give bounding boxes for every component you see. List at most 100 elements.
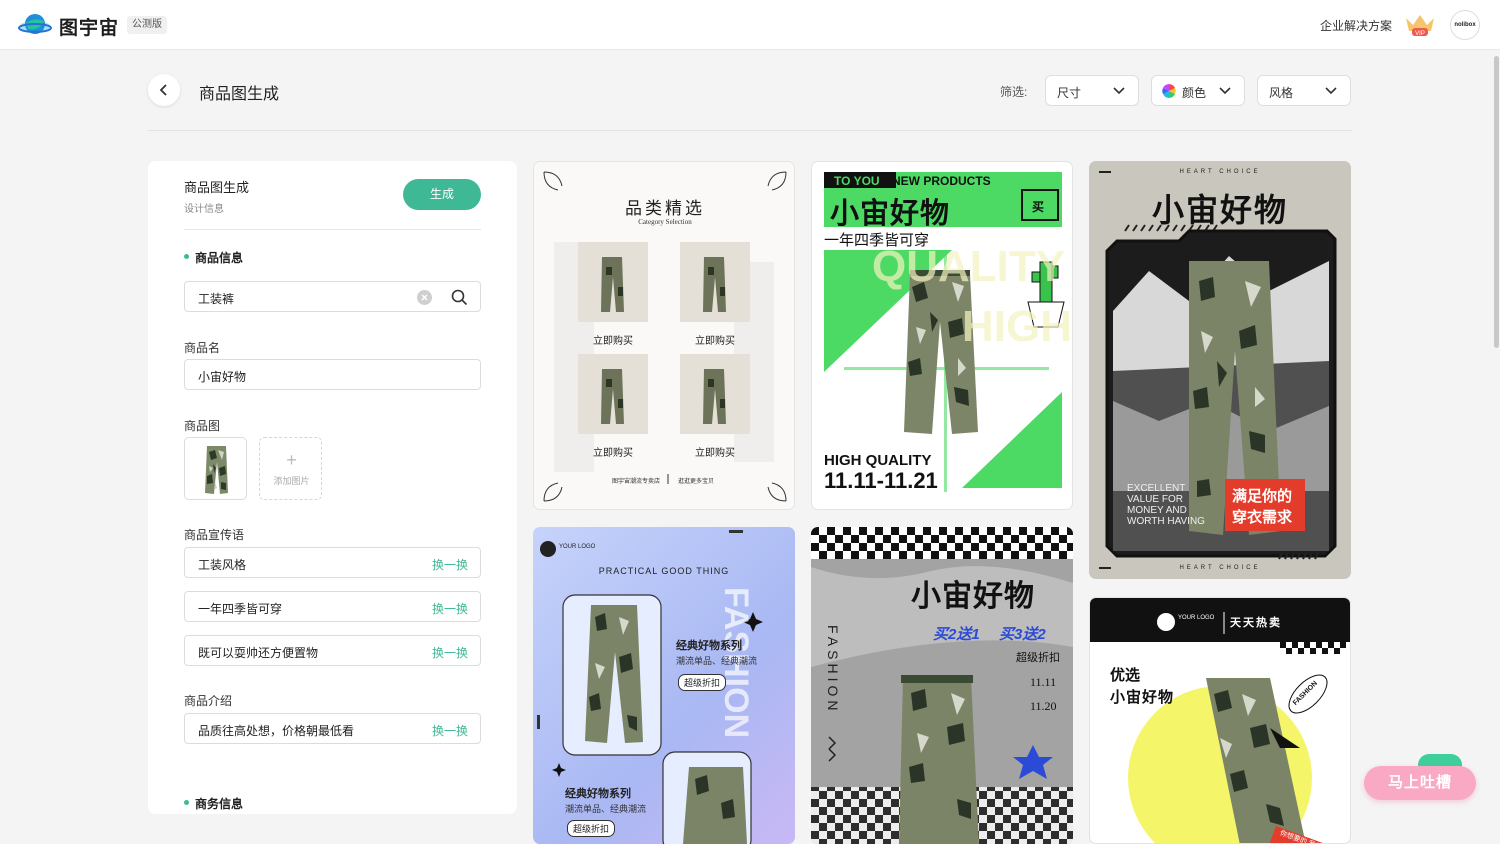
cn-line-1: 满足你的 (1232, 488, 1293, 505)
discount-tag: 超级折扣 (567, 820, 616, 837)
search-icon[interactable] (451, 289, 468, 306)
product-name-value: 小宙好物 (198, 370, 247, 384)
event-date: 11.11-11.21 (824, 468, 938, 493)
page-title: 商品图生成 (199, 86, 280, 103)
brand-name[interactable]: 图宇宙 (59, 13, 119, 40)
intro-input[interactable]: 品质往高处想，价格朝最低看 换一换 (184, 713, 481, 744)
card-footer-left: 图宇宙潮流专卖店 (612, 479, 661, 485)
card-title: 小宙好物 (911, 580, 1035, 613)
panel-subtitle: 设计信息 (184, 204, 224, 215)
card-header: PRACTICAL GOOD THING (598, 566, 730, 576)
product-info-heading-text: 商品信息 (195, 251, 244, 265)
style-filter-label: 风格 (1269, 86, 1294, 100)
vip-label: VIP (1415, 31, 1425, 37)
back-button[interactable] (148, 74, 180, 106)
section-dot (184, 254, 189, 260)
heart-choice-top: HEART CHOICE (1179, 169, 1261, 175)
fashion-vertical: FASHION (825, 625, 841, 715)
logo-text: YOUR LOGO (1178, 615, 1215, 621)
slogan-label: 商品宣传语 (184, 528, 245, 542)
en-line-4: WORTH HAVING (1127, 516, 1205, 527)
color-filter-select[interactable]: 颜色 (1151, 75, 1245, 106)
series-desc: 潮流单品、经典潮流 (565, 804, 647, 814)
en-line-3: MONEY AND (1127, 505, 1187, 516)
plus-icon: + (286, 450, 297, 470)
user-avatar[interactable]: nolibox (1450, 10, 1480, 40)
poster-line-1: 优选 (1110, 667, 1141, 684)
bg-word-high: HIGH (962, 302, 1072, 351)
card-title: 小宙好物 (1151, 192, 1288, 228)
high-quality-label: HIGH QUALITY (824, 452, 932, 469)
card-subtitle: Category Selection (638, 218, 692, 226)
business-info-heading-text: 商务信息 (195, 797, 244, 811)
promo-buy2get1: 买2送1 (933, 626, 980, 643)
scrollbar-thumb[interactable] (1494, 56, 1499, 348)
series-title: 经典好物系列 (676, 640, 742, 652)
slogan-input-2[interactable]: 一年四季皆可穿 换一换 (184, 591, 481, 622)
logo-text: YOUR LOGO (559, 544, 596, 550)
header-divider (148, 130, 1352, 131)
style-filter-select[interactable]: 风格 (1257, 75, 1351, 106)
add-image-button[interactable]: + 添加图片 (259, 437, 322, 500)
slogan-value: 既可以耍帅还方便置物 (198, 646, 319, 660)
generate-button[interactable]: 生成 (403, 179, 481, 210)
series-title: 经典好物系列 (565, 788, 631, 800)
feedback-button[interactable]: 马上吐槽 (1364, 766, 1476, 800)
promo-buy3get2: 买3送2 (999, 626, 1046, 643)
template-card-purple[interactable]: YOUR LOGO PRACTICAL GOOD THING FASHION 经… (533, 527, 795, 844)
page-scrollbar[interactable] (1492, 50, 1500, 844)
swap-button[interactable]: 换一换 (432, 556, 468, 573)
swap-button[interactable]: 换一换 (432, 722, 468, 739)
card-title: 小宙好物 (830, 198, 951, 230)
template-card-grey[interactable]: HEART CHOICE 小宙好物 EXCELLENT VALUE FOR MO… (1089, 161, 1351, 579)
card-background (1090, 598, 1350, 843)
chevron-down-icon (1219, 87, 1231, 95)
section-dot (184, 800, 189, 806)
template-card-category[interactable]: 品类精选 Category Selection 立即购买 立即购买 立即购买 立… (533, 161, 795, 510)
slogan-value: 工装风格 (198, 558, 247, 572)
swap-button[interactable]: 换一换 (432, 600, 468, 617)
buy-label: 立即购买 (593, 448, 633, 459)
template-card-yellow[interactable]: YOUR LOGO 天天热卖 优选 小宙好物 FASHION 你想要的 我都 (1089, 597, 1351, 844)
enterprise-solutions-link[interactable]: 企业解决方案 (1320, 17, 1392, 34)
top-bar: 图宇宙 公测版 企业解决方案 VIP nolibox (0, 0, 1500, 50)
series-desc: 潮流单品、经典潮流 (676, 656, 758, 666)
product-image-thumbnail[interactable] (184, 437, 247, 500)
discount-tag: 超级折扣 (678, 674, 727, 691)
en-line-2: VALUE FOR (1127, 494, 1183, 505)
buy-label: 立即购买 (593, 336, 633, 347)
filter-label: 筛选: (1000, 85, 1028, 99)
slogan-input-1[interactable]: 工装风格 换一换 (184, 547, 481, 578)
template-card-green[interactable]: TO YOU NEW PRODUCTS 小宙好物 买 一年四季皆可穿 QUALI… (811, 161, 1073, 510)
clear-icon[interactable] (417, 290, 432, 305)
buy-icon: 买 (1032, 200, 1045, 214)
buy-label: 立即购买 (695, 448, 735, 459)
poster-line-2: 小宙好物 (1110, 689, 1175, 706)
color-wheel-icon (1162, 84, 1176, 98)
product-name-label: 商品名 (184, 341, 221, 355)
size-filter-select[interactable]: 尺寸 (1045, 75, 1139, 106)
intro-label: 商品介绍 (184, 694, 233, 708)
date-end: 11.20 (1030, 699, 1057, 713)
tag-to-you: TO YOU (834, 174, 880, 188)
chevron-left-icon (159, 84, 167, 96)
product-search-value: 工装裤 (198, 292, 235, 306)
cn-line-2: 穿衣需求 (1232, 509, 1293, 526)
en-line-1: EXCELLENT (1127, 483, 1186, 494)
camo-pants-image (205, 446, 228, 494)
product-name-input[interactable]: 小宙好物 (184, 359, 481, 390)
color-filter-label: 颜色 (1182, 86, 1207, 100)
product-search-input[interactable]: 工装裤 (184, 281, 481, 312)
business-info-heading: 商务信息 (184, 795, 243, 812)
swap-button[interactable]: 换一换 (432, 644, 468, 661)
hot-sale-label: 天天热卖 (1230, 617, 1282, 629)
slogan-input-3[interactable]: 既可以耍帅还方便置物 换一换 (184, 635, 481, 666)
slogan-value: 一年四季皆可穿 (198, 602, 283, 616)
planet-logo-icon[interactable] (18, 11, 52, 39)
size-filter-label: 尺寸 (1057, 86, 1082, 100)
chevron-down-icon (1325, 87, 1337, 95)
template-card-checker[interactable]: 小宙好物 买2送1 买3送2 超级折扣 11.11 11.20 FASHION (811, 527, 1073, 844)
vip-crown-icon[interactable]: VIP (1404, 12, 1436, 38)
product-image-label: 商品图 (184, 419, 221, 433)
design-info-panel: 商品图生成 设计信息 生成 商品信息 工装裤 商品名 小宙好物 商品图 + 添加… (148, 161, 517, 814)
